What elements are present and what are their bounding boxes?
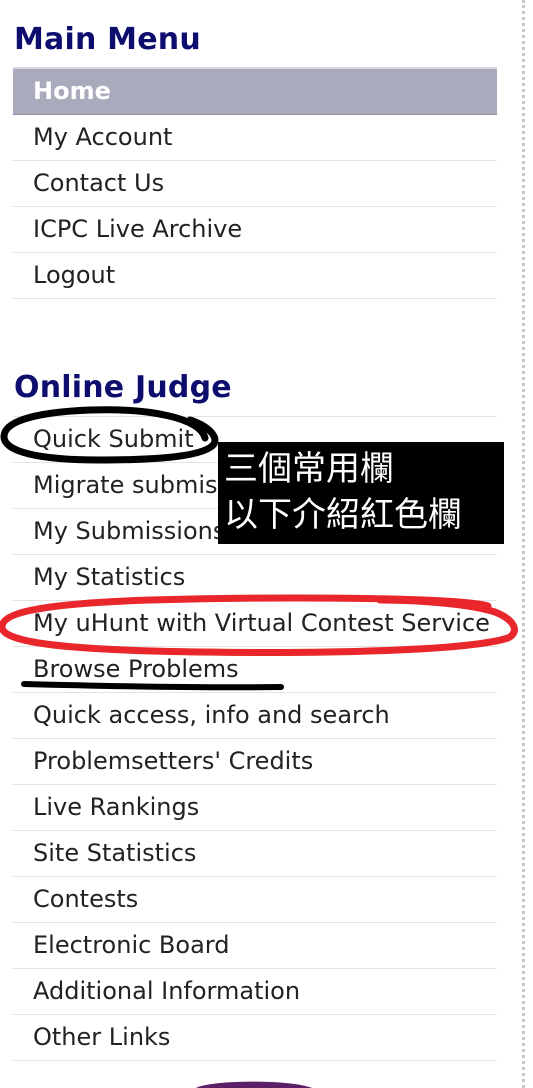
menu-item-contact-us[interactable]: Contact Us — [13, 161, 497, 207]
menu-item-my-statistics[interactable]: My Statistics — [13, 555, 497, 601]
menu-item-icpc-live-archive[interactable]: ICPC Live Archive — [13, 207, 497, 253]
menu-item-problemsetters-credits[interactable]: Problemsetters' Credits — [13, 739, 497, 785]
main-menu-heading: Main Menu — [14, 22, 201, 57]
annotation-caption-box: 三個常用欄 以下介紹紅色欄 — [218, 442, 504, 544]
menu-item-home[interactable]: Home — [13, 69, 497, 115]
bottom-partial-shape — [196, 1081, 312, 1088]
online-judge-heading: Online Judge — [14, 370, 232, 405]
menu-item-logout[interactable]: Logout — [13, 253, 497, 299]
menu-item-electronic-board[interactable]: Electronic Board — [13, 923, 497, 969]
main-menu-list: Home My Account Contact Us ICPC Live Arc… — [13, 67, 497, 299]
annotation-line-1: 三個常用欄 — [224, 449, 394, 489]
annotation-line-2: 以下介紹紅色欄 — [224, 495, 462, 535]
sidebar-right-border — [522, 0, 525, 1088]
menu-item-quick-access[interactable]: Quick access, info and search — [13, 693, 497, 739]
menu-item-my-account[interactable]: My Account — [13, 115, 497, 161]
menu-item-browse-problems[interactable]: Browse Problems — [13, 647, 497, 693]
menu-item-contests[interactable]: Contests — [13, 877, 497, 923]
menu-item-my-uhunt[interactable]: My uHunt with Virtual Contest Service — [13, 601, 497, 647]
menu-item-site-statistics[interactable]: Site Statistics — [13, 831, 497, 877]
menu-item-additional-information[interactable]: Additional Information — [13, 969, 497, 1015]
menu-item-other-links[interactable]: Other Links — [13, 1015, 497, 1061]
menu-item-live-rankings[interactable]: Live Rankings — [13, 785, 497, 831]
